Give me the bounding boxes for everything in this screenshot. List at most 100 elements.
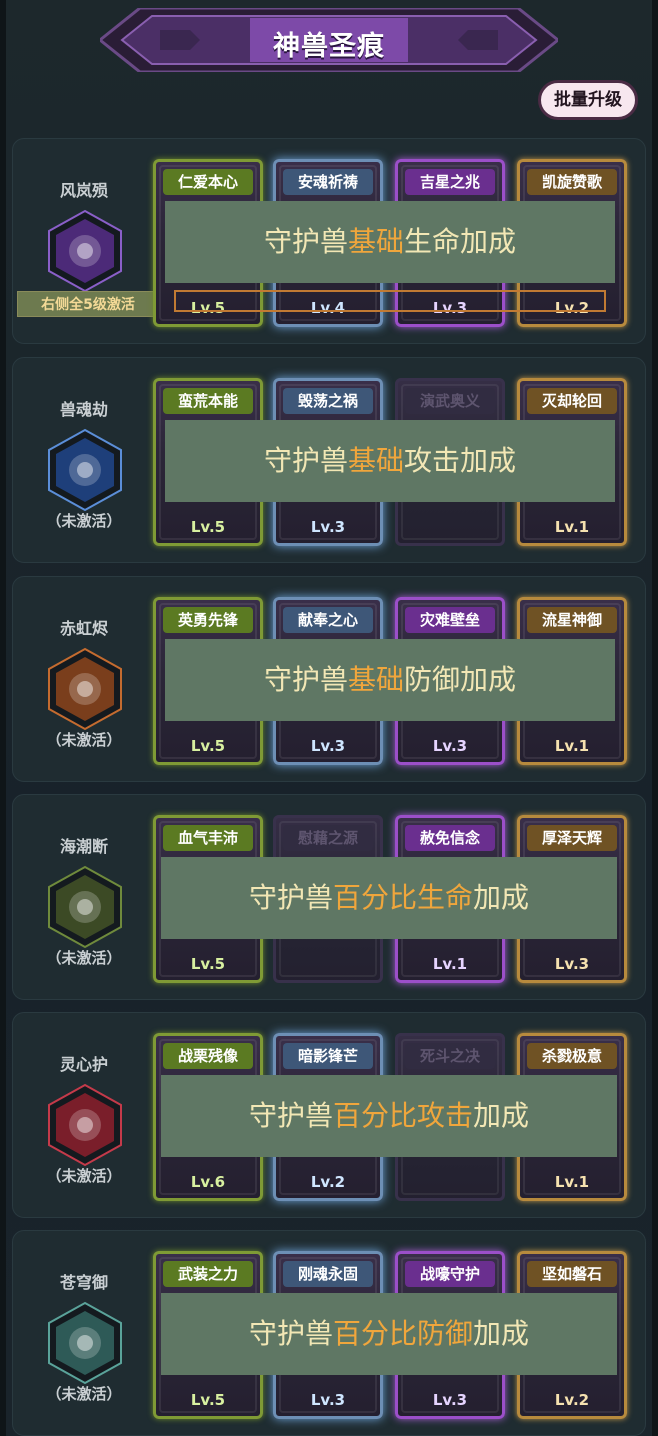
water-drop-icon[interactable] [43,428,127,512]
activation-status: （未激活） [46,512,122,530]
activation-status: （未激活） [46,731,122,749]
rune-card-level: Lv.3 [432,737,468,755]
beast-section: 灵心护 （未激活） 战栗残像 Lv.6 暗影锋芒 Lv.2 死斗之决 杀戮极意 Lv.1 守护兽… [12,1012,646,1218]
overlay-highlight: 基础 [347,444,404,477]
rune-card-title: 战嚎守护 [405,1261,495,1287]
activation-status: （未激活） [46,1385,122,1403]
rune-card-level: Lv.3 [310,1391,346,1409]
rune-card-level: Lv.6 [190,1173,226,1191]
rune-card-level: Lv.1 [554,1173,590,1191]
rune-card-level: Lv.5 [190,518,226,536]
beast-section: 风岚殒 右侧全5级激活 仁爱本心 Lv.5 安魂祈祷 Lv.4 吉星之兆 Lv.3 凯旋赞歌 L… [12,138,646,344]
bonus-overlay: 守护兽基础防御加成 [165,639,615,721]
overlay-prefix: 守护兽 [263,663,348,696]
claw-slash-icon[interactable] [43,647,127,731]
level-row-highlight [174,290,606,312]
section-name: 兽魂劫 [59,400,108,419]
overlay-prefix: 守护兽 [263,444,348,477]
beast-section: 苍穹御 （未激活） 武装之力 Lv.5 刚魂永固 Lv.3 战嚎守护 Lv.3 坚如磐石 Lv.… [12,1230,646,1436]
rune-card-level: Lv.2 [554,1391,590,1409]
overlay-suffix: 加成 [473,881,530,914]
section-name: 灵心护 [59,1055,108,1074]
rune-card-title: 流星神御 [527,607,617,633]
overlay-suffix: 加成 [473,1317,530,1350]
overlay-highlight: 基础 [347,663,404,696]
rune-card-title: 杀戮极意 [527,1043,617,1069]
overlay-suffix: 加成 [460,444,517,477]
rune-card-title: 暗影锋芒 [283,1043,373,1069]
whirlwind-icon[interactable] [43,865,127,949]
rune-card-title: 英勇先锋 [163,607,253,633]
overlay-suffix: 加成 [460,225,517,258]
section-name: 赤虹烬 [59,619,108,638]
rune-card-title: 凯旋赞歌 [527,169,617,195]
bonus-overlay: 守护兽百分比防御加成 [161,1293,617,1375]
rune-card-title: 演武奥义 [405,388,495,414]
title-banner: 神兽圣痕 [100,8,558,72]
rune-card-level: Lv.5 [190,737,226,755]
rune-card-title: 慰藉之源 [283,825,373,851]
rune-card-title: 灾难壁垒 [405,607,495,633]
rune-card-title: 战栗残像 [163,1043,253,1069]
overlay-prefix: 守护兽 [248,881,333,914]
rune-card-title: 献奉之心 [283,607,373,633]
page: 神兽圣痕 批量升级 风岚殒 右侧全5级激活 仁爱本心 Lv.5 安魂祈祷 Lv.4 吉星之… [0,0,658,1436]
activation-status: （未激活） [46,1167,122,1185]
overlay-middle: 防御 [417,1317,474,1350]
overlay-prefix: 守护兽 [248,1317,333,1350]
bonus-overlay: 守护兽基础攻击加成 [165,420,615,502]
rune-card-title: 赦免信念 [405,825,495,851]
overlay-middle: 防御 [404,663,461,696]
bonus-overlay: 守护兽基础生命加成 [165,201,615,283]
rune-card-title: 武装之力 [163,1261,253,1287]
shield-sword-icon[interactable] [43,1301,127,1385]
section-name: 风岚殒 [59,181,108,200]
beast-section: 兽魂劫 （未激活） 蛮荒本能 Lv.5 毁荡之祸 Lv.3 演武奥义 灭却轮回 Lv.1 守护兽… [12,357,646,563]
batch-upgrade-button[interactable]: 批量升级 [538,80,638,120]
rune-card-title: 毁荡之祸 [283,388,373,414]
overlay-middle: 生命 [417,881,474,914]
section-name: 苍穹御 [59,1273,108,1292]
rune-card-title: 死斗之决 [405,1043,495,1069]
rune-card-level: Lv.2 [310,1173,346,1191]
overlay-prefix: 守护兽 [263,225,348,258]
rune-card-title: 安魂祈祷 [283,169,373,195]
page-title: 神兽圣痕 [273,31,385,62]
overlay-suffix: 加成 [460,663,517,696]
rune-card-level: Lv.3 [310,737,346,755]
rune-card-title: 坚如磐石 [527,1261,617,1287]
overlay-suffix: 加成 [473,1099,530,1132]
overlay-middle: 攻击 [417,1099,474,1132]
overlay-middle: 攻击 [404,444,461,477]
overlay-highlight: 百分比 [332,1099,417,1132]
rune-card-title: 仁爱本心 [163,169,253,195]
rune-card-level: Lv.1 [432,955,468,973]
activation-status: （未激活） [46,949,122,967]
rune-card-level: Lv.3 [432,1391,468,1409]
demon-skull-icon[interactable] [43,209,127,293]
beast-section: 赤虹烬 （未激活） 英勇先锋 Lv.5 献奉之心 Lv.3 灾难壁垒 Lv.3 流星神御 Lv.… [12,576,646,782]
rune-card-title: 蛮荒本能 [163,388,253,414]
section-name: 海潮断 [59,837,108,856]
rune-card-level: Lv.5 [190,955,226,973]
bonus-overlay: 守护兽百分比生命加成 [161,857,617,939]
rune-card-title: 厚泽天辉 [527,825,617,851]
rune-card-title: 吉星之兆 [405,169,495,195]
overlay-highlight: 百分比 [332,1317,417,1350]
overlay-highlight: 基础 [347,225,404,258]
activation-status: 右侧全5级激活 [17,291,159,317]
overlay-prefix: 守护兽 [248,1099,333,1132]
overlay-middle: 生命 [404,225,461,258]
rune-card-level: Lv.3 [554,955,590,973]
rune-card-title: 灭却轮回 [527,388,617,414]
flame-heart-icon[interactable] [43,1083,127,1167]
rune-card-title: 刚魂永固 [283,1261,373,1287]
beast-section: 海潮断 （未激活） 血气丰沛 Lv.5 慰藉之源 赦免信念 Lv.1 厚泽天辉 Lv.3 守护兽… [12,794,646,1000]
overlay-highlight: 百分比 [332,881,417,914]
rune-card-level: Lv.1 [554,518,590,536]
rune-card-level: Lv.5 [190,1391,226,1409]
rune-card-level: Lv.1 [554,737,590,755]
rune-card-level: Lv.3 [310,518,346,536]
rune-card-title: 血气丰沛 [163,825,253,851]
bonus-overlay: 守护兽百分比攻击加成 [161,1075,617,1157]
